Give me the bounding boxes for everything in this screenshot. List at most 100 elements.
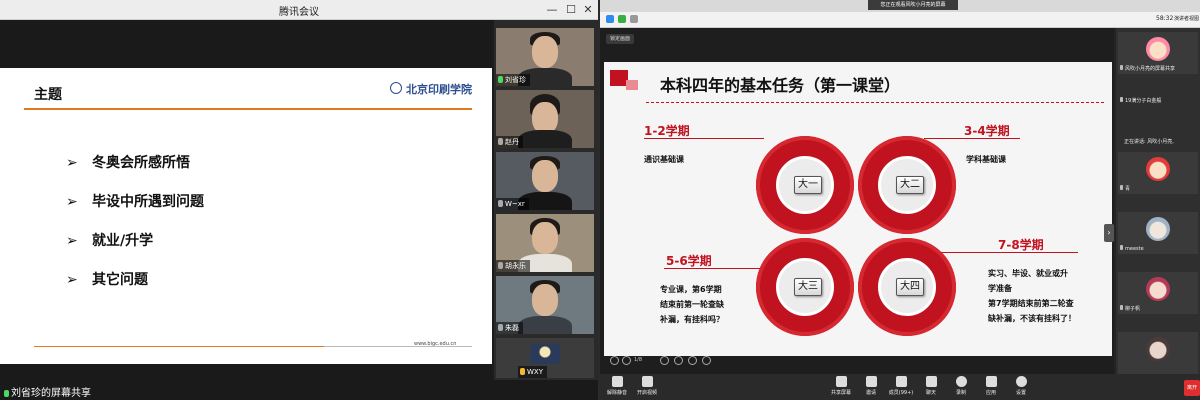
participant-video-tile[interactable]: 赵丹 [496, 90, 594, 148]
chat-icon [925, 376, 937, 387]
participant-video-tile[interactable]: 19满分子白金般 [1118, 88, 1198, 106]
members-button[interactable]: 成员(99+) [886, 376, 916, 396]
minimize-button[interactable]: — [544, 2, 560, 18]
participant-face [532, 284, 558, 316]
shield-icon[interactable] [618, 15, 626, 23]
pointer-icon[interactable] [674, 356, 683, 365]
start-video-button[interactable]: 开启视频 [632, 376, 662, 396]
viewing-banner: 您正在观看风吹小月亮的屏幕 [868, 0, 958, 10]
zoom-icon[interactable] [688, 356, 697, 365]
status-bar: 刘省珍的屏幕共享 [0, 380, 598, 400]
user-icon [520, 368, 525, 375]
participant-video-list[interactable]: 刘省珍 赵丹 W~xr 胡永乐 朱磊 WXY [494, 20, 598, 380]
info-icon[interactable] [606, 15, 614, 23]
leader-line [934, 252, 1078, 253]
participant-video-tile[interactable]: meeste [1118, 212, 1198, 254]
year-badge: 大三 [794, 278, 822, 296]
participant-avatar [1146, 277, 1170, 301]
semester-label: 3-4学期 [964, 124, 1010, 138]
participant-video-tile[interactable]: WXY [496, 338, 594, 378]
collapse-panel-button[interactable]: › [1104, 224, 1114, 242]
slide-page-indicator: 1/8 [634, 357, 643, 363]
participant-name: 19满分子白金般 [1120, 97, 1161, 104]
arrow-bullet-icon: ➢ [66, 194, 78, 210]
slide-controls: 1/8 [610, 356, 730, 368]
maximize-button[interactable]: ☐ [563, 2, 579, 18]
meeting-timer: 58:32 [1156, 15, 1174, 22]
more-options-icon[interactable] [702, 356, 711, 365]
participant-video-tile[interactable]: 刘省珍 [496, 28, 594, 86]
participant-name: 朱磊 [496, 322, 523, 334]
slide-bullet: ➢ 其它问题 [66, 272, 148, 288]
lock-screen-button[interactable]: 锁定画面 [606, 34, 635, 44]
participant-face [532, 160, 558, 192]
gear-icon: 大一 [750, 130, 860, 240]
pen-icon[interactable] [660, 356, 669, 365]
year-badge: 大一 [794, 176, 822, 194]
signal-icon[interactable] [630, 15, 638, 23]
participant-video-tile[interactable]: 柳子帆 [1118, 272, 1198, 314]
top-strip: 您正在观看风吹小月亮的屏幕 [600, 0, 1200, 12]
record-icon [955, 376, 967, 387]
mic-muted-icon [1120, 245, 1123, 250]
participant-avatar [1146, 217, 1170, 241]
members-icon [895, 376, 907, 387]
previous-slide-icon[interactable] [610, 356, 619, 365]
screen-share-label: 刘省珍的屏幕共享 [4, 384, 91, 399]
apps-button[interactable]: 应用 [976, 376, 1006, 396]
leader-line [924, 138, 1020, 139]
title-divider [24, 108, 472, 110]
participant-video-list[interactable]: 风吹小月亮的屏幕共享 19满分子白金般 正在讲话: 风吹小月亮, 青 meest… [1116, 28, 1200, 374]
shared-slide: 本科四年的基本任务（第一课堂） 1-2学期 通识基础课 3-4学期 学科基础课 … [604, 62, 1112, 356]
slide-bullet: ➢ 毕设中所遇到问题 [66, 194, 204, 210]
semester-label: 7-8学期 [998, 238, 1044, 252]
close-button[interactable]: ✕ [580, 2, 596, 18]
screen-share-icon [1120, 65, 1123, 70]
mic-muted-icon [498, 262, 503, 269]
invite-icon [865, 376, 877, 387]
participant-video-tile[interactable]: 朱磊 [496, 276, 594, 334]
participant-face [532, 222, 558, 254]
shared-screen-area: 锁定画面 本科四年的基本任务（第一课堂） 1-2学期 通识基础课 3-4学期 学… [600, 28, 1114, 374]
leader-line [644, 138, 764, 139]
participant-name: 刘省珍 [496, 74, 530, 86]
title-dashed-divider [646, 102, 1104, 103]
title-bar: 腾讯会议 — ☐ ✕ [0, 0, 598, 20]
mic-active-icon [498, 76, 503, 83]
mic-muted-icon [498, 200, 503, 207]
participant-video-tile[interactable]: 青 [1118, 152, 1198, 194]
meeting-toolbar: 解除静音 开启视频 共享屏幕 邀请 成员(99+) 聊天 录制 应用 设置 离开 [600, 374, 1200, 400]
participant-video-tile[interactable] [1118, 332, 1198, 374]
settings-button[interactable]: 设置 [1006, 376, 1036, 396]
next-slide-icon[interactable] [622, 356, 631, 365]
participant-avatar [530, 344, 560, 364]
speaking-indicator: 正在讲话: 风吹小月亮, [1124, 139, 1174, 145]
leave-meeting-button[interactable]: 离开 [1184, 380, 1200, 396]
share-screen-button[interactable]: 共享屏幕 [826, 376, 856, 396]
mic-muted-icon [1120, 185, 1123, 190]
left-meeting-window: 腾讯会议 — ☐ ✕ 主题 北京印刷学院 ➢ 冬奥会所感所悟 ➢ 毕设中所遇到问题 … [0, 0, 598, 400]
participant-name: 胡永乐 [496, 260, 530, 272]
speaker-view-button[interactable]: 演讲者视图 [1174, 15, 1199, 22]
apps-icon [985, 376, 997, 387]
semester-label: 1-2学期 [644, 124, 690, 138]
participant-video-tile[interactable]: W~xr [496, 152, 594, 210]
slide-bullet: ➢ 冬奥会所感所悟 [66, 155, 190, 171]
participant-video-tile[interactable]: 风吹小月亮的屏幕共享 [1118, 32, 1198, 74]
course-category: 通识基础课 [644, 155, 684, 164]
participant-avatar [1146, 37, 1170, 61]
record-button[interactable]: 录制 [946, 376, 976, 396]
chat-button[interactable]: 聊天 [916, 376, 946, 396]
participant-name: meeste [1120, 245, 1144, 252]
mic-muted-icon [1120, 305, 1123, 310]
arrow-bullet-icon: ➢ [66, 233, 78, 249]
invite-button[interactable]: 邀请 [856, 376, 886, 396]
slide-title: 主题 [34, 87, 62, 103]
participant-video-tile[interactable]: 胡永乐 [496, 214, 594, 272]
participant-name: W~xr [496, 198, 529, 210]
mic-muted-icon [1120, 97, 1123, 102]
window-title: 腾讯会议 [279, 7, 319, 18]
mic-muted-icon [498, 324, 503, 331]
unmute-button[interactable]: 解除静音 [602, 376, 632, 396]
university-seal-icon [390, 82, 402, 94]
